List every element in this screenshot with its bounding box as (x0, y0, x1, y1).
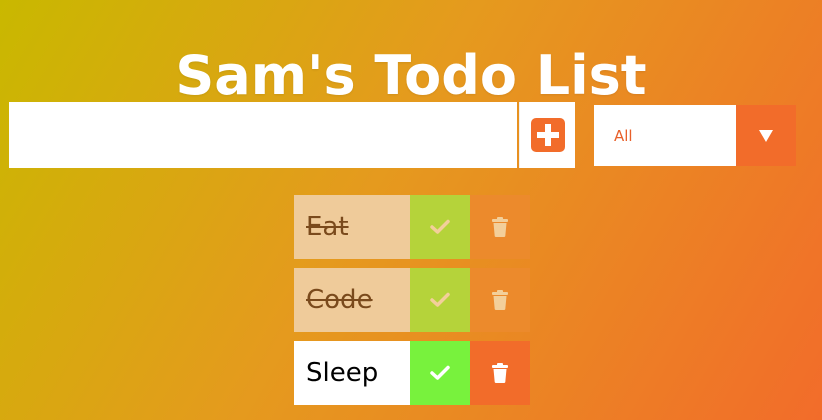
todo-item: Code (294, 268, 530, 332)
complete-button[interactable] (410, 341, 470, 405)
delete-button[interactable] (470, 268, 530, 332)
caret-down-icon (759, 129, 773, 142)
todo-item-text: Eat (294, 195, 410, 259)
todo-form: All (9, 102, 796, 168)
filter-selected-value: All (614, 126, 633, 145)
trash-icon (492, 217, 508, 237)
filter-select[interactable]: All (594, 105, 796, 166)
todo-item-text: Sleep (294, 341, 410, 405)
trash-icon (492, 290, 508, 310)
todo-input[interactable] (9, 102, 517, 168)
check-icon (430, 292, 450, 307)
delete-button[interactable] (470, 341, 530, 405)
plus-square-icon (530, 118, 565, 152)
todo-list: Eat Code Sleep (294, 195, 530, 414)
check-icon (430, 219, 450, 234)
todo-item: Eat (294, 195, 530, 259)
complete-button[interactable] (410, 195, 470, 259)
filter-dropdown-button[interactable] (736, 105, 796, 166)
add-todo-button[interactable] (519, 102, 575, 168)
delete-button[interactable] (470, 195, 530, 259)
trash-icon (492, 363, 508, 383)
todo-item-text: Code (294, 268, 410, 332)
check-icon (430, 365, 450, 380)
complete-button[interactable] (410, 268, 470, 332)
todo-item: Sleep (294, 341, 530, 405)
